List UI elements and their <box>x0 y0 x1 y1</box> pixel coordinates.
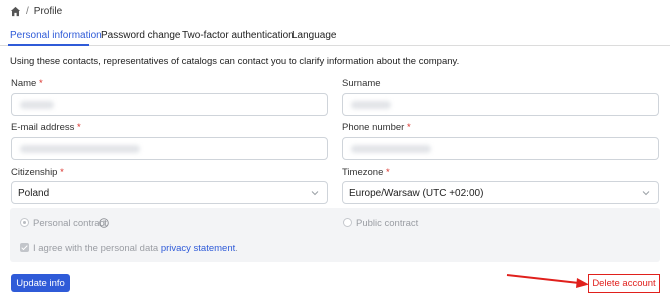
required-mark: * <box>60 167 64 178</box>
tab-two-factor-authentication[interactable]: Two-factor authentication <box>182 30 294 41</box>
tab-language[interactable]: Language <box>292 30 337 41</box>
surname-label: Surname <box>342 78 381 89</box>
email-label: E-mail address * <box>11 122 81 133</box>
active-tab-indicator <box>8 44 89 46</box>
required-mark: * <box>406 122 411 133</box>
public-contract-radio[interactable] <box>343 218 352 227</box>
personal-contract-radio[interactable] <box>20 218 29 227</box>
redacted-value <box>351 145 431 153</box>
timezone-label: Timezone * <box>342 167 390 178</box>
contract-section: Personal contract Public contract I agre… <box>10 208 660 262</box>
personal-contract-label: Personal contract <box>33 218 107 229</box>
timezone-select[interactable]: Europe/Warsaw (UTC +02:00) <box>342 181 659 204</box>
citizenship-value: Poland <box>18 188 50 199</box>
breadcrumb-current: Profile <box>33 6 63 17</box>
tab-password-change[interactable]: Password change <box>101 30 181 41</box>
redacted-value <box>351 101 391 109</box>
required-mark: * <box>38 78 43 89</box>
intro-text: Using these contacts, representatives of… <box>10 56 460 67</box>
citizenship-select[interactable]: Poland <box>11 181 328 204</box>
tab-personal-information[interactable]: Personal information <box>10 30 102 41</box>
phone-label: Phone number * <box>342 122 411 133</box>
redacted-value <box>20 145 140 153</box>
breadcrumb-separator: / <box>26 6 29 17</box>
required-mark: * <box>77 122 81 133</box>
public-contract-label: Public contract <box>356 218 419 229</box>
chevron-down-icon <box>311 191 319 196</box>
annotation-arrow-icon <box>506 274 589 288</box>
phone-field[interactable] <box>342 137 659 160</box>
required-mark: * <box>386 167 390 178</box>
name-field[interactable] <box>11 93 328 116</box>
privacy-agree-checkbox[interactable] <box>20 243 29 252</box>
breadcrumb: / Profile <box>10 6 62 17</box>
delete-account-button[interactable]: Delete account <box>588 274 660 293</box>
privacy-agree-text: I agree with the personal data privacy s… <box>33 243 238 254</box>
privacy-statement-link[interactable]: privacy statement <box>161 243 235 254</box>
home-icon[interactable] <box>10 6 21 17</box>
name-label: Name * <box>11 78 43 89</box>
profile-tabs: Personal information Password change Two… <box>0 25 670 46</box>
timezone-value: Europe/Warsaw (UTC +02:00) <box>349 188 484 199</box>
update-info-button[interactable]: Update info <box>11 274 70 292</box>
info-icon[interactable] <box>99 218 109 228</box>
citizenship-label: Citizenship * <box>11 167 64 178</box>
chevron-down-icon <box>642 191 650 196</box>
surname-field[interactable] <box>342 93 659 116</box>
email-field[interactable] <box>11 137 328 160</box>
redacted-value <box>20 101 54 109</box>
